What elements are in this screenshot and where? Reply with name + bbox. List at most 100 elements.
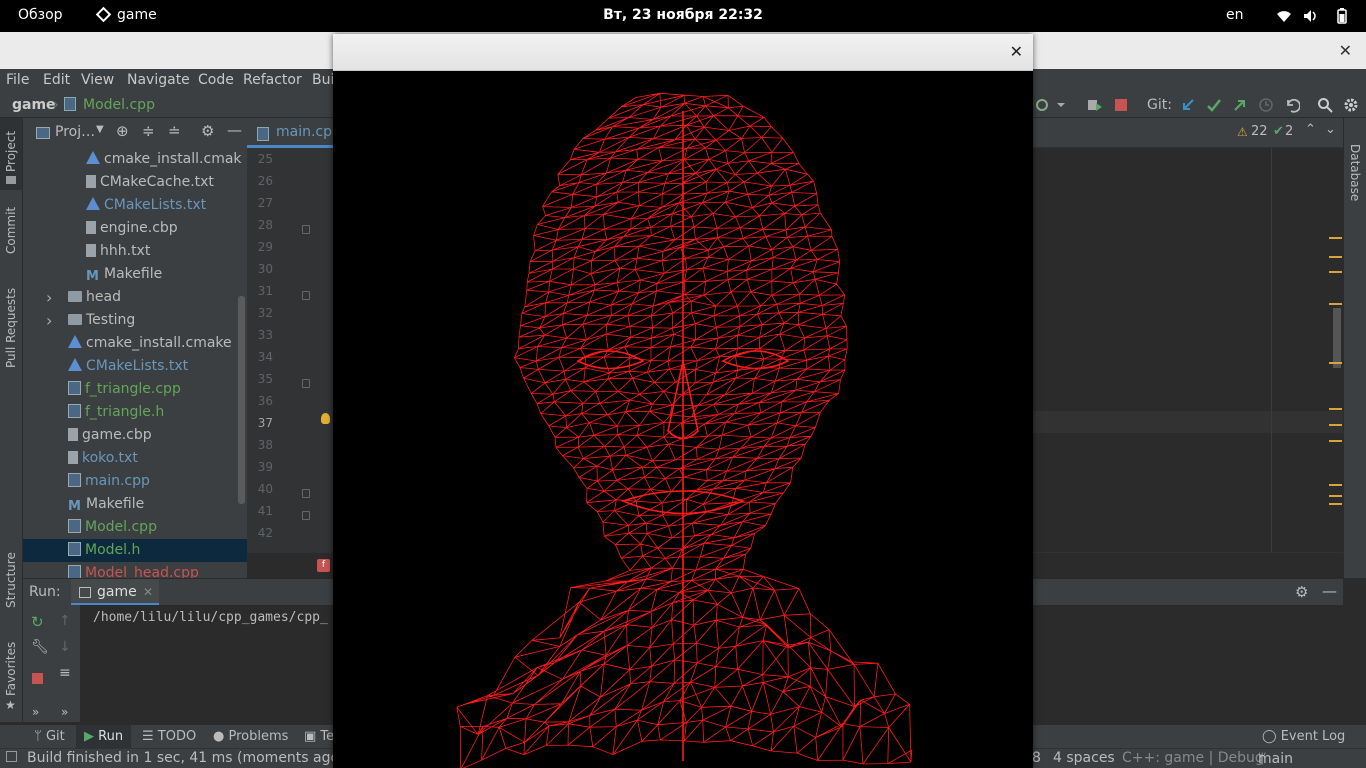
up-arrow-icon[interactable]: ↑ [59, 613, 71, 629]
tree-item[interactable]: Model_head.cpp [68, 562, 199, 578]
line-number[interactable]: 30 [253, 262, 273, 276]
more-icon[interactable]: » [32, 705, 39, 719]
rerun-icon[interactable]: ↻ [31, 613, 44, 631]
tree-item[interactable]: engine.cbp [86, 217, 178, 240]
line-number[interactable]: 36 [253, 394, 273, 408]
menu-file[interactable]: File [6, 72, 29, 88]
warning-marker[interactable] [1329, 503, 1342, 505]
pull-requests-tool-tab[interactable]: Pull Requests [4, 288, 18, 368]
tree-item[interactable]: › head [46, 286, 121, 309]
breadcrumb-project[interactable]: game [12, 97, 56, 113]
status-square-icon[interactable] [6, 751, 17, 762]
battery-icon[interactable] [1334, 8, 1350, 24]
volume-icon[interactable] [1303, 8, 1319, 24]
collapse-all-icon[interactable]: ≐ [168, 122, 181, 140]
hide-run-icon[interactable]: — [1322, 582, 1337, 600]
tree-item[interactable]: game.cbp [68, 424, 152, 447]
line-number[interactable]: 40 [253, 482, 273, 496]
warning-marker[interactable] [1329, 424, 1342, 426]
cmake-context[interactable]: C++: game | Debug [1122, 750, 1264, 766]
line-number[interactable]: 25 [253, 152, 273, 166]
tree-item[interactable]: M Makefile [68, 493, 144, 516]
tree-item[interactable]: M Makefile [86, 263, 162, 286]
tree-item[interactable]: CMakeLists.txt [68, 355, 188, 378]
breadcrumb-file[interactable]: Model.cpp [83, 97, 155, 113]
line-number[interactable]: 42 [253, 526, 273, 540]
panel-gear-icon[interactable]: ⚙ [201, 122, 214, 140]
tab-main-cpp[interactable]: main.cpp [247, 118, 341, 148]
tree-item[interactable]: koko.txt [68, 447, 138, 470]
stop-icon[interactable] [1113, 97, 1129, 113]
menu-view[interactable]: View [81, 72, 114, 88]
project-view-selector[interactable]: Proj… [55, 124, 95, 140]
rollback-icon[interactable] [1284, 97, 1300, 113]
expand-all-icon[interactable]: ≑ [142, 122, 155, 140]
line-number[interactable]: 31 [253, 284, 273, 298]
indent-setting[interactable]: 4 spaces [1053, 750, 1115, 766]
fold-marker-icon[interactable] [302, 291, 310, 300]
coverage-run-icon[interactable] [1035, 97, 1067, 113]
warning-marker[interactable] [1329, 440, 1342, 442]
git-update-icon[interactable] [1180, 97, 1196, 113]
fold-marker-icon[interactable] [302, 489, 310, 498]
soft-wrap-icon[interactable]: ≡ [59, 665, 71, 681]
line-number[interactable]: 27 [253, 196, 273, 210]
git-push-icon[interactable] [1232, 97, 1248, 113]
history-icon[interactable] [1258, 97, 1274, 113]
tree-item[interactable]: CMakeLists.txt [86, 194, 206, 217]
line-number[interactable]: 38 [253, 438, 273, 452]
more-icon[interactable]: » [61, 705, 68, 719]
locate-target-icon[interactable]: ⊕ [116, 122, 129, 140]
tree-item[interactable]: › Testing [46, 309, 135, 332]
tree-item[interactable]: main.cpp [68, 470, 150, 493]
fold-marker-icon[interactable] [302, 379, 310, 388]
wifi-icon[interactable] [1276, 8, 1292, 24]
build-status-message[interactable]: Build finished in 1 sec, 41 ms (moments … [27, 750, 345, 766]
warning-marker[interactable] [1329, 495, 1342, 497]
event-log-tab[interactable]: ◯ Event Log [1262, 729, 1345, 744]
line-number[interactable]: 28 [253, 218, 273, 232]
menu-navigate[interactable]: Navigate [127, 72, 190, 88]
line-number[interactable]: 34 [253, 350, 273, 364]
line-number[interactable]: 33 [253, 328, 273, 342]
run-tab-game[interactable]: game ✕ [71, 579, 159, 606]
menu-refactor[interactable]: Refactor [243, 72, 302, 88]
chevron-down-icon[interactable]: ▼ [96, 124, 104, 135]
structure-tool-tab[interactable]: Structure [4, 552, 18, 608]
tree-item[interactable]: f_triangle.h [68, 401, 164, 424]
git-commit-icon[interactable] [1206, 97, 1222, 113]
down-arrow-icon[interactable]: ↓ [59, 639, 71, 655]
problems-tool-tab[interactable]: ● Problems [213, 729, 288, 744]
tree-item[interactable]: hhh.txt [86, 240, 150, 263]
intention-bulb-icon[interactable] [321, 413, 330, 424]
warning-marker[interactable] [1329, 237, 1342, 239]
cursor-position[interactable]: 8 [1032, 750, 1041, 766]
warning-marker[interactable] [1329, 303, 1342, 305]
line-number[interactable]: 41 [253, 504, 273, 518]
menu-build[interactable]: Bui [312, 72, 334, 88]
run-tool-tab[interactable]: ▶ Run [76, 725, 132, 749]
render-window-titlebar[interactable]: ✕ [333, 34, 1033, 71]
attach-icon[interactable] [1086, 97, 1104, 113]
line-number[interactable]: 35 [253, 372, 273, 386]
fold-marker-icon[interactable] [302, 511, 310, 520]
warning-marker[interactable] [1329, 271, 1342, 273]
search-icon[interactable] [1317, 97, 1333, 113]
function-icon[interactable]: f [317, 559, 330, 572]
chevron-right-icon[interactable]: › [46, 286, 52, 309]
warning-marker[interactable] [1329, 408, 1342, 410]
line-number[interactable]: 39 [253, 460, 273, 474]
hide-panel-icon[interactable]: — [227, 121, 242, 139]
terminal-tool-tab[interactable]: ▣ Te [304, 729, 334, 744]
commit-tool-tab[interactable]: Commit [4, 207, 18, 254]
language-indicator[interactable]: en [1226, 7, 1244, 23]
favorites-tool-tab[interactable]: Favorites [4, 642, 18, 696]
project-tool-tab[interactable]: Project [0, 118, 22, 190]
warning-marker[interactable] [1329, 362, 1342, 364]
warning-marker[interactable] [1329, 484, 1342, 486]
tree-item[interactable]: cmake_install.cmak [86, 148, 242, 171]
editor-scrollbar[interactable] [1333, 308, 1341, 368]
tree-item[interactable]: cmake_install.cmake [68, 332, 232, 355]
next-highlight-icon[interactable]: ⌄ [1325, 122, 1336, 137]
previous-highlight-icon[interactable]: ⌃ [1305, 122, 1316, 137]
